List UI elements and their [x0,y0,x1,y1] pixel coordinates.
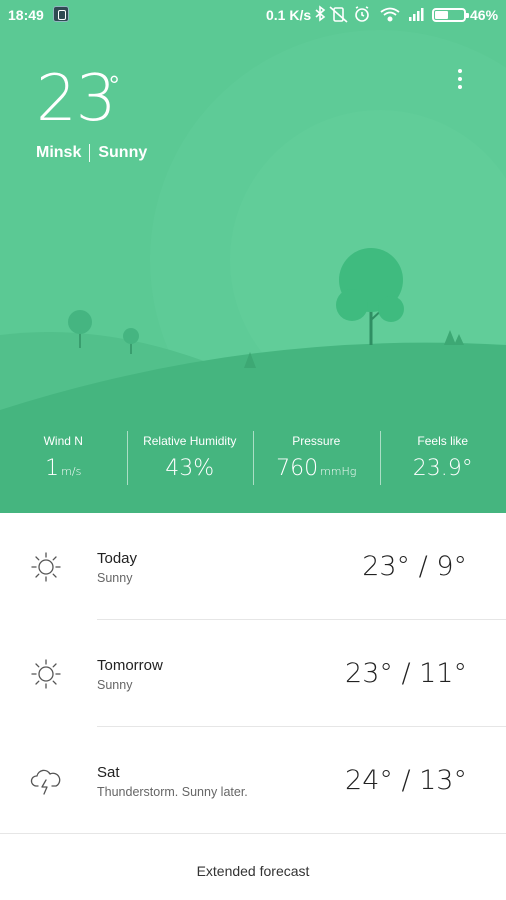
more-dot-icon [458,85,462,89]
forecast-temperature: 23° / 9° [362,551,467,582]
feels-like-value: 23.9° [412,456,473,481]
forecast-description: Thunderstorm. Sunny later. [97,785,248,799]
metric-feels-like: Feels like 23.9° [379,425,506,513]
battery-icon [432,8,469,22]
pressure-value: 760 [276,456,319,481]
metric-value: 23.9° [380,456,506,481]
metric-label: Feels like [417,434,469,448]
metric-label: Relative Humidity [143,434,237,448]
forecast-temperature: 23° / 11° [345,658,467,689]
status-bar: 18:49 0.1 K/s 46% [0,0,506,30]
metric-value: 1 m/s [0,456,127,481]
weather-metrics: Wind N 1 m/s Relative Humidity 43% Pressu… [0,425,506,513]
thunderstorm-icon [30,769,61,795]
forecast-day: Today [97,550,138,567]
signal-icon [409,8,424,21]
forecast-temperature: 24° / 13° [345,765,467,796]
humidity-value: 43% [165,456,215,481]
status-icons [315,5,424,23]
bluetooth-icon [315,5,326,22]
pressure-unit: mmHg [320,465,357,478]
metric-label: Wind N [43,434,83,448]
battery-cap [466,13,469,18]
wifi-icon [380,7,400,22]
forecast-row-tomorrow[interactable]: Tomorrow Sunny 23° / 11° [0,620,506,727]
forecast-day: Sat [97,764,120,781]
sun-icon [31,659,61,689]
current-temperature: 23 [36,62,116,136]
forecast-description: Sunny [97,571,133,585]
forecast-row-today[interactable]: Today Sunny 23° / 9° [0,513,506,620]
metric-label: Pressure [292,434,341,448]
current-condition: Sunny [98,144,148,161]
more-options-button[interactable] [446,64,474,94]
location-condition: Minsk Sunny [36,144,147,162]
battery-percent: 46% [470,7,499,23]
alarm-icon [355,6,369,22]
metric-pressure: Pressure 760 mmHg [253,425,380,513]
extended-forecast-button[interactable]: Extended forecast [0,835,506,900]
app-notification-icon [53,6,69,22]
current-temperature-degree: ° [109,70,120,100]
battery-fill [435,11,448,19]
city-name: Minsk [36,144,82,161]
location-divider [89,144,91,162]
sun-icon [31,552,61,582]
forecast-description: Sunny [97,678,133,692]
network-speed: 0.1 K/s [266,7,312,23]
vibrate-off-icon [329,6,348,23]
forecast-day: Tomorrow [97,657,163,674]
wind-unit: m/s [61,465,82,478]
metric-value: 760 mmHg [253,456,380,481]
daily-forecast-list: Today Sunny 23° / 9° Tomorrow Sunny 23° … [0,513,506,834]
metric-wind: Wind N 1 m/s [0,425,127,513]
status-time: 18:49 [8,7,44,23]
wind-value: 1 [45,456,60,481]
metric-humidity: Relative Humidity 43% [126,425,254,513]
more-dot-icon [458,77,462,81]
metric-value: 43% [127,456,254,481]
more-dot-icon [458,69,462,73]
forecast-row-sat[interactable]: Sat Thunderstorm. Sunny later. 24° / 13° [0,727,506,834]
